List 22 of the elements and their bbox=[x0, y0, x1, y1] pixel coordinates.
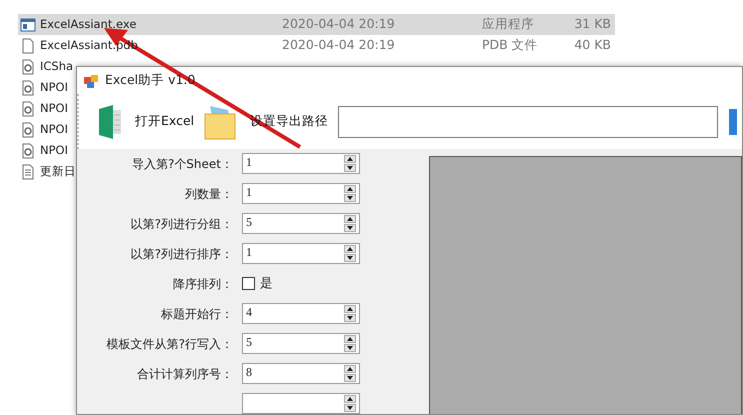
file-size: 40 KB bbox=[573, 36, 612, 54]
field-label: 导入第?个Sheet： bbox=[130, 156, 233, 172]
file-type: 应用程序 bbox=[481, 15, 535, 34]
file-date: 2020-04-04 20:19 bbox=[281, 36, 396, 54]
field-label: 标题开始行： bbox=[160, 306, 233, 322]
checkbox-label: 是 bbox=[260, 274, 273, 292]
field-label: 以第?列进行排序： bbox=[130, 246, 233, 262]
file-type: PDB 文件 bbox=[481, 36, 539, 54]
file-name: NPOI bbox=[40, 120, 68, 138]
file-name: 更新日 bbox=[40, 162, 76, 180]
file-name: NPOI bbox=[40, 100, 68, 117]
field-label: 列数量： bbox=[184, 186, 233, 202]
file-name: ICSha bbox=[40, 58, 74, 75]
file-name: NPOI bbox=[40, 142, 68, 159]
file-date: 2020-04-04 20:19 bbox=[281, 15, 396, 34]
file-name: ExcelAssiant.exe bbox=[40, 16, 136, 33]
field-label: 降序排列： bbox=[172, 276, 233, 292]
field-label: 模板文件从第?行写入： bbox=[106, 336, 233, 352]
file-size: 31 KB bbox=[573, 15, 612, 34]
field-label: 合计计算列序号： bbox=[136, 366, 233, 382]
file-name: NPOI bbox=[40, 78, 68, 96]
field-label: 以第?列进行分组： bbox=[130, 216, 233, 232]
